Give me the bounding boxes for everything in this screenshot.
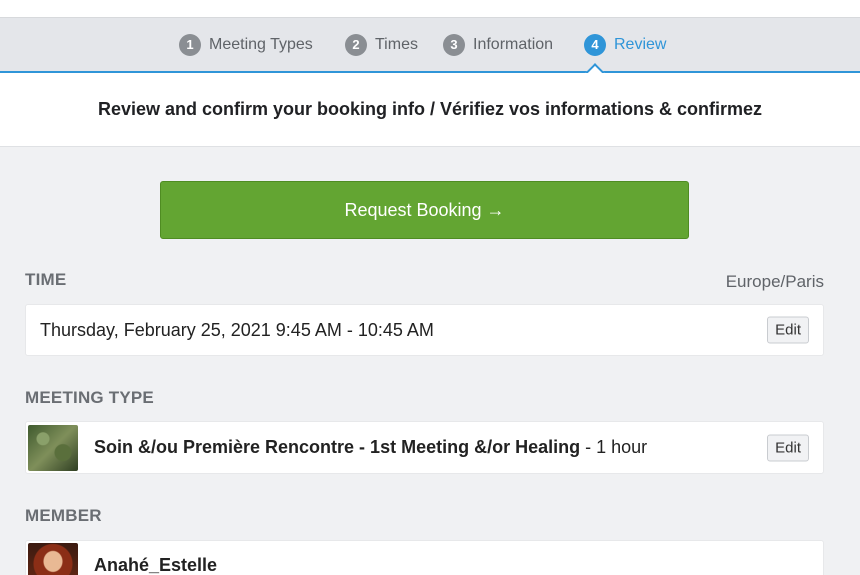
- edit-time-button[interactable]: Edit: [767, 316, 809, 344]
- step-label: Review: [614, 35, 667, 53]
- step-information[interactable]: 3 Information: [443, 18, 553, 71]
- step-number-badge: 2: [345, 33, 367, 56]
- step-times[interactable]: 2 Times: [345, 18, 418, 71]
- member-avatar: [28, 543, 78, 575]
- step-number-badge: 4: [584, 33, 606, 56]
- step-label: Information: [473, 35, 554, 53]
- timezone-text: Europe/Paris: [725, 272, 824, 291]
- step-label: Meeting Types: [209, 35, 313, 53]
- meeting-type-name: Soin &/ou Première Rencontre - 1st Meeti…: [94, 437, 581, 457]
- member-card: Anahé_Estelle: [25, 540, 824, 575]
- window-top-strip: [0, 0, 860, 18]
- meeting-type-text: Soin &/ou Première Rencontre - 1st Meeti…: [94, 437, 647, 458]
- step-number-badge: 1: [179, 33, 201, 56]
- time-card: Thursday, February 25, 2021 9:45 AM - 10…: [25, 304, 824, 356]
- step-meeting-types[interactable]: 1 Meeting Types: [179, 18, 313, 71]
- meeting-type-section-label: MEETING TYPE: [25, 388, 154, 407]
- step-progress-bar: 1 Meeting Types 2 Times 3 Information 4 …: [0, 18, 860, 73]
- request-booking-button[interactable]: Request Booking →: [160, 181, 689, 239]
- time-section-label: TIME: [25, 270, 67, 289]
- member-section-label: MEMBER: [25, 506, 102, 525]
- page-title: Review and confirm your booking info / V…: [97, 99, 763, 119]
- step-label: Times: [375, 35, 418, 53]
- edit-meeting-type-button[interactable]: Edit: [767, 434, 809, 461]
- member-name: Anahé_Estelle: [94, 555, 218, 575]
- step-number-badge: 3: [443, 33, 465, 56]
- step-review[interactable]: 4 Review: [584, 18, 666, 71]
- meeting-type-card: Soin &/ou Première Rencontre - 1st Meeti…: [25, 421, 824, 474]
- meeting-type-thumbnail: [28, 424, 78, 471]
- time-value: Thursday, February 25, 2021 9:45 AM - 10…: [40, 319, 434, 340]
- meeting-duration: - 1 hour: [580, 437, 648, 457]
- page-heading: Review and confirm your booking info / V…: [0, 73, 860, 147]
